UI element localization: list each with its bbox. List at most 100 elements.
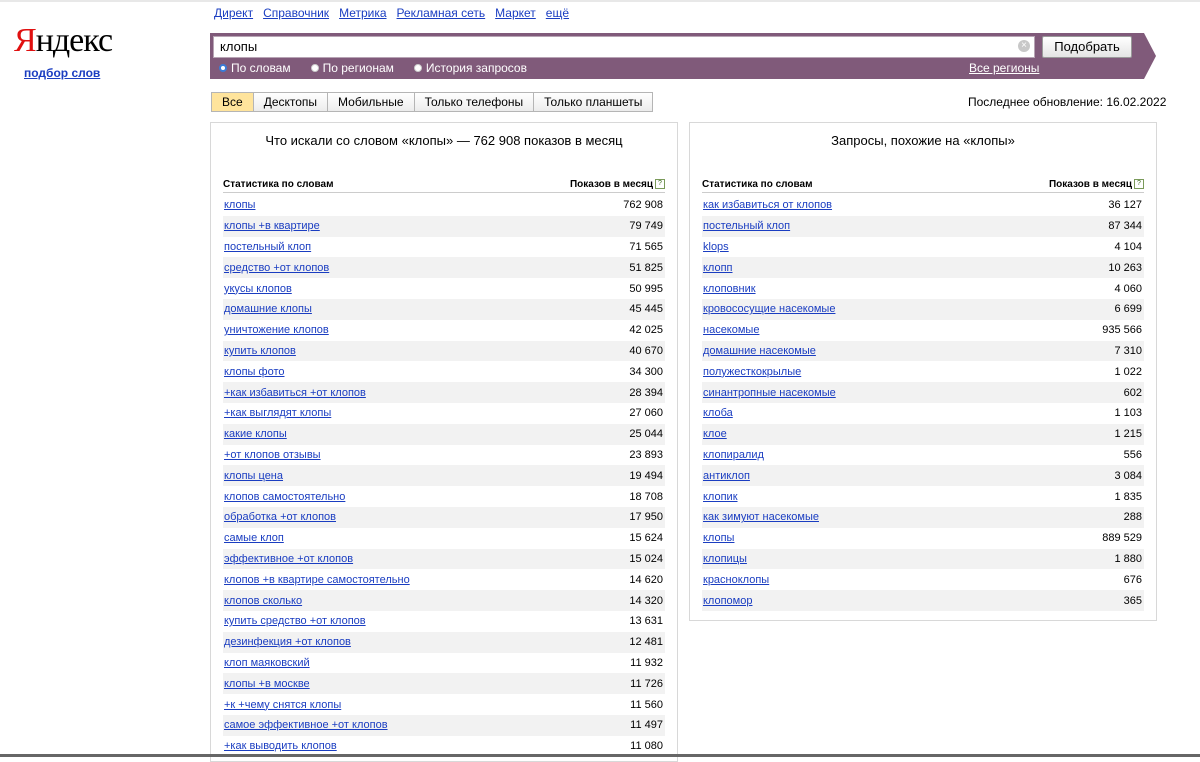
keyword-link[interactable]: klops bbox=[703, 241, 729, 253]
keyword-link[interactable]: антиклоп bbox=[703, 470, 750, 482]
keyword-link[interactable]: домашние клопы bbox=[224, 303, 312, 315]
keyword-link[interactable]: красноклопы bbox=[703, 574, 769, 586]
keyword-link[interactable]: клоп маяковский bbox=[224, 657, 310, 669]
keyword-link[interactable]: укусы клопов bbox=[224, 283, 292, 295]
table-row: постельный клоп 87 344 bbox=[702, 215, 1144, 237]
keyword-link[interactable]: постельный клоп bbox=[224, 241, 311, 253]
radio-label: История запросов bbox=[425, 61, 527, 75]
impressions-count: 51 825 bbox=[629, 261, 663, 274]
keyword-link[interactable]: какие клопы bbox=[224, 428, 287, 440]
keyword-link[interactable]: эффективное +от клопов bbox=[224, 553, 353, 565]
help-icon[interactable]: ? bbox=[655, 179, 665, 190]
help-icon[interactable]: ? bbox=[1134, 179, 1144, 190]
keyword-link[interactable]: самые клоп bbox=[224, 532, 284, 544]
radio-by-words[interactable]: По словам bbox=[219, 61, 291, 75]
impressions-count: 11 080 bbox=[630, 740, 663, 753]
keyword-link[interactable]: полужесткокрылые bbox=[703, 366, 801, 378]
impressions-count: 79 749 bbox=[629, 220, 663, 233]
keyword-link[interactable]: клое bbox=[703, 428, 727, 440]
keyword-link[interactable]: клопы bbox=[703, 532, 734, 544]
search-input[interactable]: клопы bbox=[213, 36, 1035, 58]
clear-icon[interactable]: × bbox=[1018, 40, 1030, 52]
radio-by-regions[interactable]: По регионам bbox=[310, 61, 394, 75]
impressions-count: 6 699 bbox=[1114, 303, 1142, 316]
impressions-count: 1 880 bbox=[1114, 552, 1142, 565]
tab-all[interactable]: Все bbox=[212, 93, 254, 111]
keyword-link[interactable]: клопы +в квартире bbox=[224, 220, 320, 232]
keyword-link[interactable]: клопик bbox=[703, 491, 738, 503]
tab-phones[interactable]: Только телефоны bbox=[414, 93, 535, 111]
link-more[interactable]: ещё bbox=[546, 6, 569, 20]
keyword-link[interactable]: клопов +в квартире самостоятельно bbox=[224, 574, 410, 586]
submit-button[interactable]: Подобрать bbox=[1042, 36, 1132, 58]
keyword-link[interactable]: самое эффективное +от клопов bbox=[224, 719, 388, 731]
tab-desktop[interactable]: Десктопы bbox=[253, 93, 329, 111]
tab-tablets[interactable]: Только планшеты bbox=[534, 93, 653, 111]
keyword-link[interactable]: клопомор bbox=[703, 595, 752, 607]
impressions-count: 15 024 bbox=[629, 552, 663, 565]
keyword-link[interactable]: насекомые bbox=[703, 324, 759, 336]
all-regions-link[interactable]: Все регионы bbox=[969, 61, 1039, 75]
keyword-link[interactable]: постельный клоп bbox=[703, 220, 790, 232]
table-row: клопомор 365 bbox=[702, 590, 1144, 611]
keyword-link[interactable]: домашние насекомые bbox=[703, 345, 816, 357]
keyword-link[interactable]: клопицы bbox=[703, 553, 747, 565]
keyword-link[interactable]: клоповник bbox=[703, 283, 756, 295]
table-row: клопы 889 529 bbox=[702, 528, 1144, 549]
left-panel: Что искали со словом «клопы» — 762 908 п… bbox=[210, 122, 678, 762]
impressions-count: 18 708 bbox=[629, 490, 663, 503]
keyword-link[interactable]: клопп bbox=[703, 262, 733, 274]
impressions-count: 7 310 bbox=[1114, 344, 1142, 357]
yandex-logo[interactable]: Яндекс bbox=[14, 22, 113, 60]
table-row: клопов сколько 14 320 bbox=[223, 590, 665, 611]
logo-text: ндекс bbox=[35, 22, 113, 59]
keyword-link[interactable]: +к +чему снятся клопы bbox=[224, 699, 341, 711]
radio-history[interactable]: История запросов bbox=[413, 61, 527, 75]
keyword-link[interactable]: синантропные насекомые bbox=[703, 387, 836, 399]
link-ad-network[interactable]: Рекламная сеть bbox=[397, 6, 486, 20]
link-metrika[interactable]: Метрика bbox=[339, 6, 386, 20]
keyword-link[interactable]: обработка +от клопов bbox=[224, 511, 336, 523]
search-band-arrow bbox=[1144, 33, 1156, 79]
keyword-link[interactable]: +как выводить клопов bbox=[224, 740, 337, 752]
impressions-count: 14 320 bbox=[629, 594, 663, 607]
link-direct[interactable]: Директ bbox=[214, 6, 253, 20]
keyword-link[interactable]: как избавиться от клопов bbox=[703, 199, 832, 211]
tab-mobile[interactable]: Мобильные bbox=[328, 93, 415, 111]
keyword-link[interactable]: уничтожение клопов bbox=[224, 324, 329, 336]
impressions-count: 11 560 bbox=[630, 698, 663, 711]
left-table-header: Статистика по словам Показов в месяц? bbox=[223, 179, 665, 193]
keyword-link[interactable]: средство +от клопов bbox=[224, 262, 329, 274]
impressions-count: 1 835 bbox=[1114, 490, 1142, 503]
link-guide[interactable]: Справочник bbox=[263, 6, 329, 20]
radio-label: По регионам bbox=[322, 61, 394, 75]
keyword-link[interactable]: +как выглядят клопы bbox=[224, 407, 331, 419]
keyword-link[interactable]: +от клопов отзывы bbox=[224, 449, 321, 461]
wordstat-link[interactable]: подбор слов bbox=[24, 66, 100, 80]
table-row: клое 1 215 bbox=[702, 423, 1144, 445]
keyword-link[interactable]: клопы фото bbox=[224, 366, 284, 378]
impressions-count: 602 bbox=[1123, 386, 1142, 399]
keyword-link[interactable]: дезинфекция +от клопов bbox=[224, 636, 351, 648]
keyword-link[interactable]: клопов самостоятельно bbox=[224, 491, 345, 503]
keyword-link[interactable]: кровососущие насекомые bbox=[703, 303, 835, 315]
last-updated: Последнее обновление: 16.02.2022 bbox=[968, 95, 1167, 109]
table-row: клоба 1 103 bbox=[702, 403, 1144, 424]
keyword-link[interactable]: клопы +в москве bbox=[224, 678, 310, 690]
keyword-link[interactable]: купить клопов bbox=[224, 345, 296, 357]
impressions-count: 71 565 bbox=[629, 240, 663, 253]
radio-off-icon bbox=[310, 64, 319, 72]
keyword-link[interactable]: купить средство +от клопов bbox=[224, 615, 366, 627]
search-mode-radios: По словам По регионам История запросов bbox=[219, 61, 527, 75]
table-row: эффективное +от клопов 15 024 bbox=[223, 548, 665, 570]
keyword-link[interactable]: клопы bbox=[224, 199, 255, 211]
link-market[interactable]: Маркет bbox=[495, 6, 536, 20]
keyword-link[interactable]: как зимуют насекомые bbox=[703, 511, 819, 523]
table-row: какие клопы 25 044 bbox=[223, 423, 665, 445]
keyword-link[interactable]: +как избавиться +от клопов bbox=[224, 387, 366, 399]
keyword-link[interactable]: клоба bbox=[703, 407, 733, 419]
keyword-link[interactable]: клопиралид bbox=[703, 449, 764, 461]
keyword-link[interactable]: клопов сколько bbox=[224, 595, 302, 607]
keyword-link[interactable]: клопы цена bbox=[224, 470, 283, 482]
impressions-count: 11 497 bbox=[630, 719, 663, 732]
